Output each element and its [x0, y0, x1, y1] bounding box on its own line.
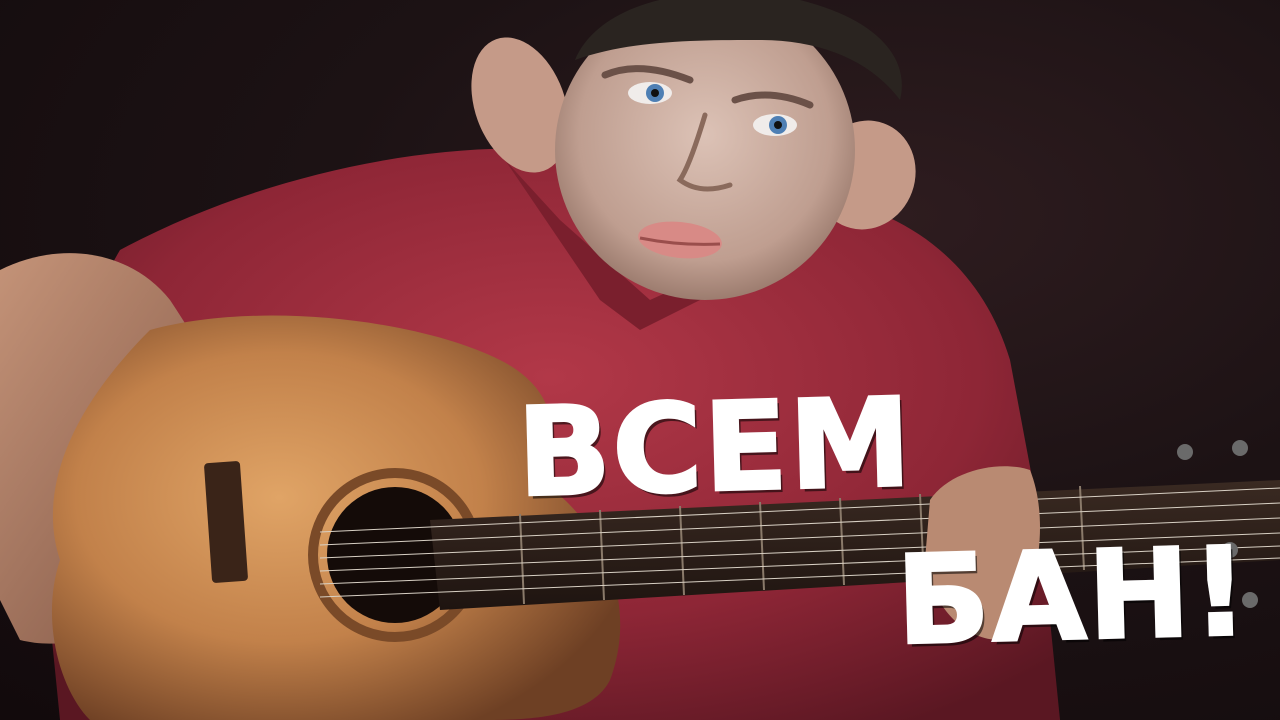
caption-line-2: БАН!	[893, 519, 1253, 673]
caption-line-1: ВСЕМ	[514, 370, 916, 525]
meme-image: ВСЕМ БАН!	[0, 0, 1280, 720]
